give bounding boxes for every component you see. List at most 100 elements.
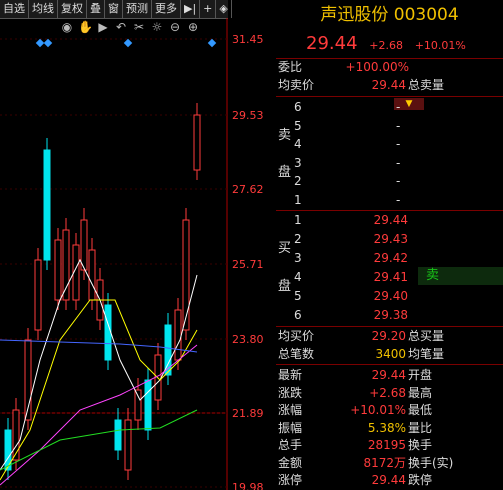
stat-label: 涨停 [278, 473, 303, 487]
stat-label: 金额 [278, 455, 303, 470]
sell-level-num: 3 [294, 155, 302, 170]
kline-svg: 31.45 29.53 27.62 25.71 23.80 21.89 19.98 [0, 18, 264, 490]
candle-body [43, 149, 51, 261]
stat-label-2: 最低 [408, 403, 433, 417]
candle-body [88, 249, 96, 301]
stat-value: 29.44 [371, 473, 406, 487]
last-price: 29.44 [306, 33, 358, 54]
stat-label: 总手 [278, 438, 303, 452]
stat-label-2: 最高 [408, 385, 433, 400]
sell-level-num: 2 [294, 174, 302, 188]
stat-value: +10.01% [350, 403, 406, 417]
candle-body [114, 419, 122, 451]
candle-body [182, 219, 190, 331]
candle-body [62, 229, 70, 301]
sell-level-num: 4 [294, 137, 302, 151]
stock-title: 声迅股份 003004 [276, 0, 503, 30]
junmaijia-value: 29.44 [371, 78, 406, 92]
stat-row: 总手 28195 换手 [276, 437, 503, 454]
divider [276, 326, 503, 327]
sell-level-row: 6 - [276, 99, 503, 116]
stat-label-2: 跌停 [408, 473, 433, 487]
junmaijia-buy-row: 均买价 29.20 总买量 [276, 328, 503, 345]
stat-value: 5.38% [367, 420, 406, 435]
stock-name: 声迅股份 [320, 5, 389, 25]
candle-body [54, 239, 62, 301]
stat-row: 最新 29.44 开盘 [276, 367, 503, 384]
junbi-label: 均笔量 [408, 347, 445, 361]
price-axis-tick: 29.53 [232, 109, 264, 122]
stat-label-2: 换手 [408, 438, 433, 452]
kline-chart-area[interactable]: 自选 均线 复权 叠 窗 预测 更多 ▶| + ◈ ◉ ✋ ▶ ↶ ✂ ☼ ⊖ … [0, 0, 273, 490]
buy-level-price: 29.44 [373, 213, 408, 227]
buy-level-row: 3 29.42 [276, 250, 503, 267]
stat-row: 涨跌 +2.68 最高 [276, 385, 503, 402]
buy-level-price: 29.42 [373, 251, 408, 265]
price-axis-tick: 23.80 [232, 333, 264, 346]
stat-label-2: 量比 [408, 420, 433, 435]
stat-row: 振幅 5.38% 量比 [276, 420, 503, 437]
buy-level-price: 29.38 [373, 308, 408, 322]
buy-level-price: 29.43 [373, 232, 408, 246]
candle-body [134, 389, 142, 421]
price-line: 29.44 +2.68 +10.01% [306, 33, 466, 54]
sell-level-num: 6 [294, 100, 302, 114]
zongbishu-row: 总笔数 3400 均笔量 [276, 346, 503, 363]
buy-level-row: 1 29.44 [276, 212, 503, 229]
candle-body [124, 419, 132, 471]
price-axis-tick: 27.62 [232, 183, 264, 196]
price-axis-tick: 21.89 [232, 407, 264, 420]
weibi-label: 委比 [278, 60, 303, 74]
buy-level-num: 2 [294, 232, 302, 246]
stat-label: 涨幅 [278, 403, 303, 417]
candle-body [104, 304, 112, 361]
stat-label: 涨跌 [278, 385, 303, 400]
stat-label-2: 开盘 [408, 368, 433, 382]
sell-level-num: 5 [294, 118, 302, 133]
sell-level-row: 3 - [276, 155, 503, 172]
buy-level-num: 5 [294, 289, 302, 303]
sell-button[interactable]: 卖 [418, 267, 503, 285]
sell-level-value: - [396, 118, 401, 133]
junmaijia-label: 均卖价 [278, 78, 315, 92]
price-change: +2.68 [369, 39, 403, 52]
stock-code: 003004 [393, 5, 459, 25]
buy-level-price: 29.40 [373, 289, 408, 303]
sell-level-value: - [396, 100, 401, 114]
sell-level-row: 2 - [276, 173, 503, 190]
stat-value: 29.44 [371, 368, 406, 382]
marker-diamond [35, 38, 45, 48]
divider [276, 364, 503, 365]
stat-value: +2.68 [369, 385, 406, 400]
candle-body [144, 379, 152, 431]
stat-row: 金额 8172万 换手(实) [276, 455, 503, 472]
buy-level-row: 5 29.40 [276, 288, 503, 305]
candle-body [80, 219, 88, 271]
junmai-label: 均买价 [278, 329, 315, 343]
sell-level-value: - [396, 155, 401, 170]
sell-level-row: 5 - [276, 118, 503, 135]
sell-level-value: - [396, 174, 401, 188]
weibi-value: +100.00% [345, 60, 409, 74]
weibi-row: 委比 +100.00% [276, 59, 503, 76]
price-axis-tick: 19.98 [232, 481, 264, 490]
buy-level-num: 1 [294, 213, 302, 227]
buy-level-num: 3 [294, 251, 302, 265]
price-axis-tick: 31.45 [232, 33, 264, 46]
divider [276, 96, 503, 97]
buy-level-row: 2 29.43 [276, 231, 503, 248]
divider [276, 210, 503, 211]
sell-level-row: 4 - [276, 136, 503, 153]
stat-row: 涨停 29.44 跌停 [276, 472, 503, 489]
sell-level-value: - [396, 137, 401, 151]
sell-level-row: 1 - [276, 192, 503, 209]
junmaijia-row: 均卖价 29.44 总卖量 [276, 77, 503, 94]
junmai-value: 29.20 [371, 329, 406, 343]
sell-level-value: - [396, 192, 401, 207]
stat-label: 最新 [278, 368, 303, 382]
marker-diamond [43, 38, 53, 48]
marker-diamond [207, 38, 217, 48]
zongmailiang-label: 总卖量 [408, 78, 445, 92]
stat-value: 8172万 [363, 455, 406, 470]
price-change-pct: +10.01% [414, 39, 466, 52]
